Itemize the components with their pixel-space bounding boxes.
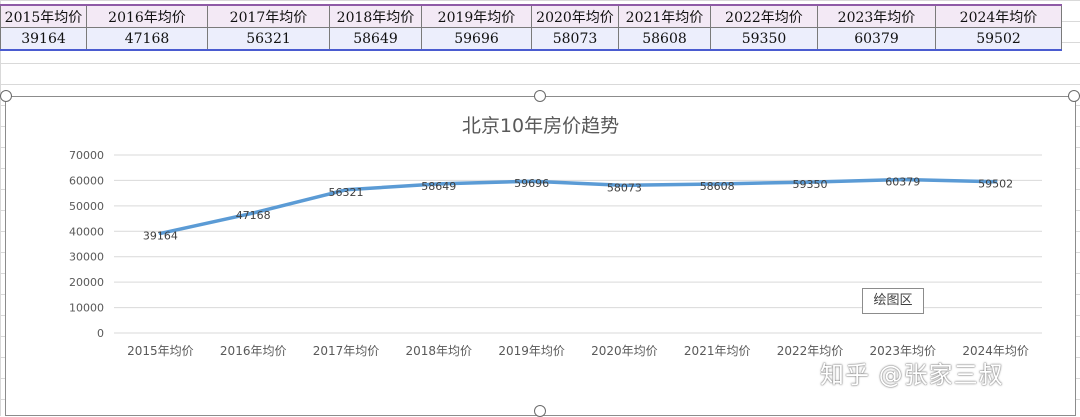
value-row: 39164 47168 56321 58649 59696 58073 5860… <box>0 27 1062 51</box>
resize-handle-top-right[interactable] <box>1068 90 1080 102</box>
y-tick-label: 30000 <box>69 251 104 264</box>
header-cell[interactable]: 2019年均价 <box>421 4 532 28</box>
value-cell[interactable]: 56321 <box>207 27 330 51</box>
header-cell[interactable]: 2021年均价 <box>618 4 711 28</box>
y-tick-label: 70000 <box>69 149 104 162</box>
value-cell[interactable]: 47168 <box>86 27 208 51</box>
plot-area-tooltip: 绘图区 <box>862 288 924 314</box>
data-label: 58649 <box>421 180 456 193</box>
value-cell[interactable]: 39164 <box>0 27 87 51</box>
value-cell[interactable]: 58649 <box>329 27 422 51</box>
series-line <box>158 177 998 236</box>
watermark: 知乎 @张家三叔 <box>820 361 1004 389</box>
y-tick-label: 20000 <box>69 276 104 289</box>
header-cell[interactable]: 2023年均价 <box>817 4 936 28</box>
value-cell[interactable]: 59350 <box>710 27 818 51</box>
data-label: 59350 <box>793 178 828 191</box>
x-tick-label: 2015年均价 <box>127 344 194 358</box>
data-label: 58608 <box>700 180 735 193</box>
data-label: 59696 <box>514 177 549 190</box>
resize-handle-top-center[interactable] <box>534 90 546 102</box>
data-table: 2015年均价 2016年均价 2017年均价 2018年均价 2019年均价 … <box>0 4 1062 51</box>
value-cell[interactable]: 60379 <box>817 27 936 51</box>
header-cell[interactable]: 2016年均价 <box>86 4 208 28</box>
header-row: 2015年均价 2016年均价 2017年均价 2018年均价 2019年均价 … <box>0 4 1062 28</box>
value-cell[interactable]: 59696 <box>421 27 532 51</box>
header-cell[interactable]: 2022年均价 <box>710 4 818 28</box>
x-tick-label: 2018年均价 <box>406 344 473 358</box>
x-tick-label: 2016年均价 <box>220 344 287 358</box>
x-tick-label: 2017年均价 <box>313 344 380 358</box>
data-label: 58073 <box>607 181 642 194</box>
y-tick-label: 60000 <box>69 174 104 187</box>
data-label: 47168 <box>236 209 271 222</box>
value-cell[interactable]: 58608 <box>618 27 711 51</box>
data-label: 59502 <box>978 178 1013 191</box>
data-label: 60379 <box>885 175 920 188</box>
y-tick-label: 0 <box>97 327 104 340</box>
value-cell[interactable]: 58073 <box>531 27 619 51</box>
x-tick-label: 2021年均价 <box>684 344 751 358</box>
data-label: 39164 <box>143 229 178 242</box>
x-tick-label: 2020年均价 <box>591 344 658 358</box>
y-tick-label: 50000 <box>69 200 104 213</box>
header-cell[interactable]: 2024年均价 <box>935 4 1062 28</box>
x-tick-label: 2019年均价 <box>498 344 565 358</box>
header-cell[interactable]: 2018年均价 <box>329 4 422 28</box>
y-tick-label: 10000 <box>69 302 104 315</box>
data-label: 56321 <box>329 186 364 199</box>
header-cell[interactable]: 2017年均价 <box>207 4 330 28</box>
header-cell[interactable]: 2015年均价 <box>0 4 87 28</box>
resize-handle-top-left[interactable] <box>0 90 12 102</box>
value-cell[interactable]: 59502 <box>935 27 1062 51</box>
resize-handle-bottom-center[interactable] <box>534 405 546 417</box>
header-cell[interactable]: 2020年均价 <box>531 4 619 28</box>
y-tick-label: 40000 <box>69 225 104 238</box>
